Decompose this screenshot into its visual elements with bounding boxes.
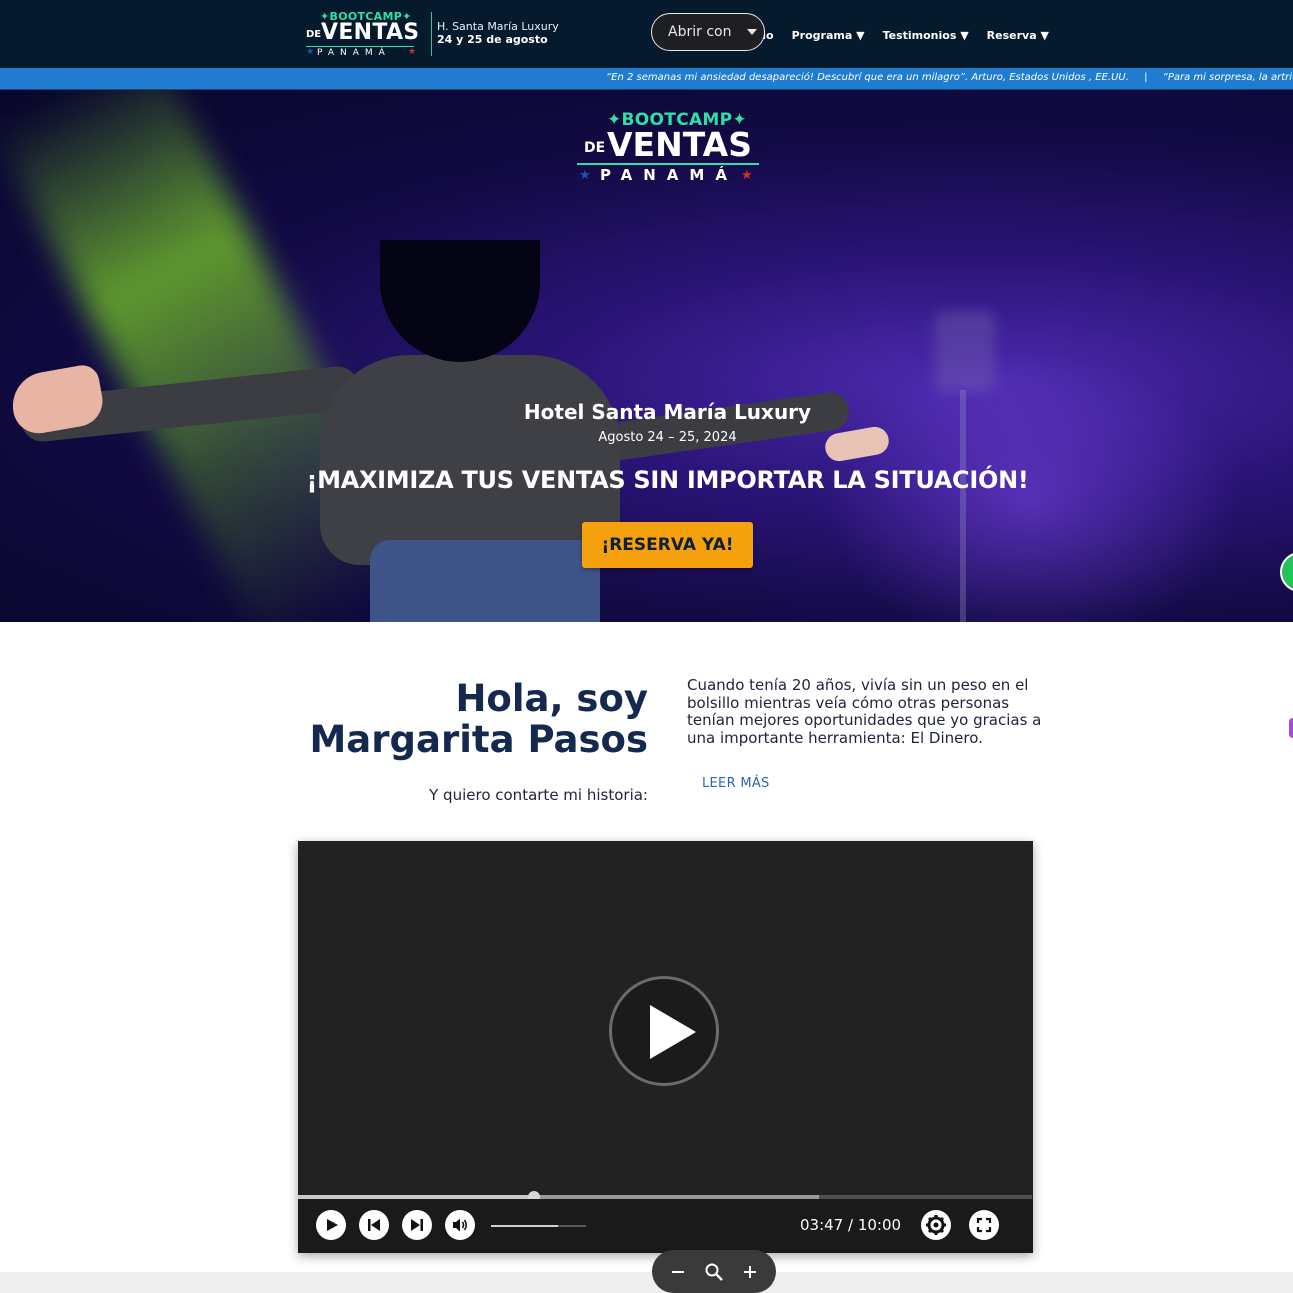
volume-slider[interactable] [491,1225,586,1227]
star-icon: ★ [408,47,417,57]
play-big-button[interactable] [609,976,719,1086]
star-icon: ★ [741,168,753,183]
zoom-out-button[interactable] [663,1257,693,1287]
play-icon [650,1005,696,1059]
play-icon [327,1219,338,1231]
plus-icon [744,1265,756,1278]
intro-title-line: Hola, soy [455,677,648,720]
hero-venue: Hotel Santa María Luxury [523,400,812,424]
logo-prefix: DE [306,29,322,40]
hero-dates: Agosto 24 – 25, 2024 [598,430,737,445]
logo-line-ventas: VENTAS [321,20,420,45]
bottom-strip [0,1272,1293,1293]
logo-line-country: PANAMÁ [317,48,391,58]
lamp-stand [960,390,966,622]
nav-divider [431,12,432,56]
intro-title-line: Margarita Pasos [309,718,648,761]
whatsapp-icon[interactable] [1280,552,1293,592]
magnifier-icon [705,1263,723,1281]
mute-button[interactable] [445,1210,475,1240]
logo-underline [577,163,759,165]
side-widget[interactable] [1289,718,1293,738]
logo-line-ventas: VENTAS [607,125,752,164]
ticker-separator: | [1144,72,1148,83]
play-button[interactable] [316,1210,346,1240]
skip-back-icon [368,1219,380,1231]
open-with-label: Abrir con [668,24,732,40]
nav-dates: 24 y 25 de agosto [437,33,548,46]
logo-prefix: DE [584,140,606,156]
logo-underline [306,46,414,47]
fullscreen-button[interactable] [969,1210,999,1240]
intro-body: Cuando tenía 20 años, vivía sin un peso … [687,676,1042,747]
intro-subtitle: Y quiero contarte mi historia: [429,786,648,804]
menu-item-programa[interactable]: Programa ▼ [792,27,865,43]
ticker-item: “Para mi sorpresa, la artritis [1162,72,1293,83]
skip-forward-icon [411,1219,423,1231]
testimonial-ticker: “En 2 semanas mi ansiedad desapareció! D… [0,68,1293,90]
speaker-skirt [370,540,600,622]
stage-lamp [935,312,995,392]
volume-icon [453,1218,468,1232]
hero-section: ✦BOOTCAMP✦ DE VENTAS ★ PANAMÁ ★ Hotel Sa… [0,90,1293,622]
gear-icon [926,1215,946,1235]
open-with-button[interactable]: Abrir con [651,13,765,51]
minus-icon [672,1270,684,1273]
hero-logo: ✦BOOTCAMP✦ DE VENTAS ★ PANAMÁ ★ [575,110,765,190]
settings-button[interactable] [921,1210,951,1240]
reserve-button[interactable]: ¡RESERVA YA! [582,522,753,568]
main-menu: icio Programa ▼ Testimonios ▼ Reserva ▼ [752,27,1049,43]
fullscreen-icon [976,1217,992,1233]
time-display: 03:47 / 10:00 [800,1216,902,1234]
star-icon: ★ [306,47,315,57]
zoom-in-button[interactable] [735,1257,765,1287]
volume-fill [491,1225,558,1227]
menu-item-reserva[interactable]: Reserva ▼ [987,27,1049,43]
hero-headline: ¡MAXIMIZA TUS VENTAS SIN IMPORTAR LA SIT… [306,466,1029,494]
site-logo[interactable]: ✦BOOTCAMP✦ DE VENTAS ★ PANAMÁ ★ [300,10,422,60]
chevron-down-icon [747,29,758,35]
top-nav: ✦BOOTCAMP✦ DE VENTAS ★ PANAMÁ ★ H. Santa… [0,0,1293,68]
video-player[interactable]: 03:47 / 10:00 [298,841,1033,1253]
zoom-controls [652,1250,776,1293]
skip-back-button[interactable] [359,1210,389,1240]
star-icon: ★ [579,168,591,183]
intro-title: Hola, soy Margarita Pasos [280,678,648,760]
nav-venue: H. Santa María Luxury [437,20,559,33]
speaker-figure [320,355,620,565]
read-more-link[interactable]: LEER MÁS [702,776,770,791]
ticker-item: “En 2 semanas mi ansiedad desapareció! D… [606,72,1129,83]
video-controls: 03:47 / 10:00 [298,1199,1033,1253]
zoom-reset-button[interactable] [699,1257,729,1287]
skip-forward-button[interactable] [402,1210,432,1240]
speaker-head-redacted [380,240,540,362]
menu-item-testimonios[interactable]: Testimonios ▼ [883,27,969,43]
ticker-track: “En 2 semanas mi ansiedad desapareció! D… [606,72,1293,83]
logo-line-country: PANAMÁ [600,166,738,184]
